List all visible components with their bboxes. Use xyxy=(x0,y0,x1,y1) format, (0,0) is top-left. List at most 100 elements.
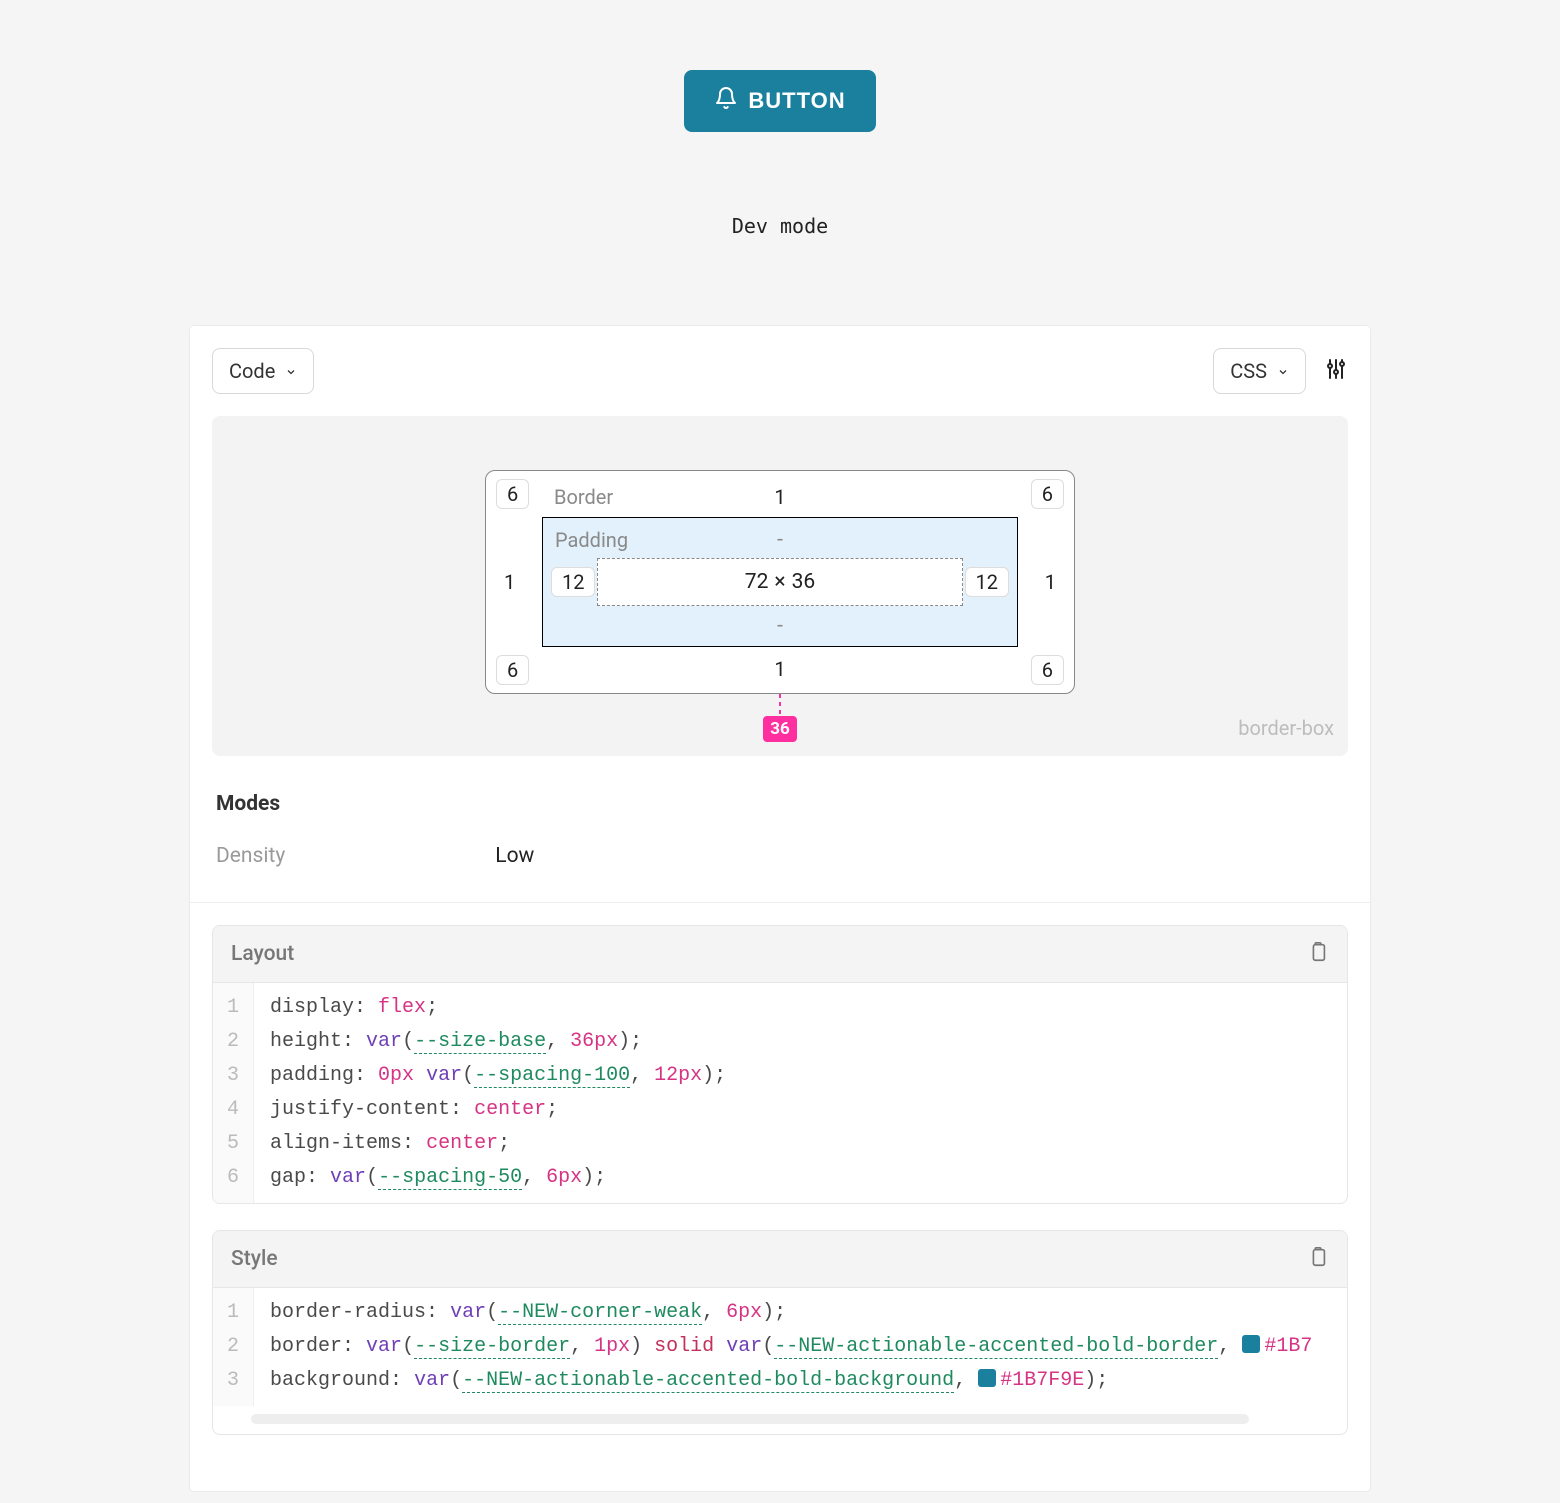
border-left[interactable]: 1 xyxy=(504,570,515,594)
padding-top[interactable]: - xyxy=(777,528,783,552)
border-radius-bl[interactable]: 6 xyxy=(496,655,529,685)
code-token-prop: border xyxy=(270,1335,342,1358)
code-token-func: var xyxy=(726,1335,762,1358)
code-token-punc: ( xyxy=(486,1301,498,1324)
code-token-punc: ) xyxy=(630,1335,654,1358)
code-line: border-radius: var(--NEW-corner-weak, 6p… xyxy=(270,1296,1312,1330)
code-section-title: Layout xyxy=(231,942,294,966)
code-line: align-items: center; xyxy=(270,1127,726,1161)
box-model-content: 72 × 36 xyxy=(597,558,963,606)
code-token-punc: , xyxy=(522,1166,546,1189)
code-token-prop: padding xyxy=(270,1064,354,1087)
example-button-label: BUTTON xyxy=(748,88,845,114)
code-token-punc: ); xyxy=(1084,1369,1108,1392)
measure-connector xyxy=(779,694,781,716)
panel-toolbar: Code CSS xyxy=(212,348,1348,394)
code-token-var: --spacing-100 xyxy=(474,1064,630,1088)
content-width: 72 xyxy=(745,570,769,594)
code-token-num: #1B7F9E xyxy=(1000,1369,1084,1392)
code-token-punc: : xyxy=(390,1369,414,1392)
border-label: Border xyxy=(554,485,613,509)
box-sizing-label: border-box xyxy=(1238,716,1334,740)
code-token-var: --size-base xyxy=(414,1030,546,1054)
code-token-prop: justify-content xyxy=(270,1098,450,1121)
copy-clipboard-icon[interactable] xyxy=(1307,1245,1329,1273)
code-token-val: flex xyxy=(378,996,426,1019)
border-top[interactable]: 1 xyxy=(774,485,785,509)
example-button[interactable]: BUTTON xyxy=(684,70,875,132)
code-token-num: 6px xyxy=(546,1166,582,1189)
code-line: display: flex; xyxy=(270,991,726,1025)
code-token-punc: , xyxy=(702,1301,726,1324)
code-token-func: var xyxy=(330,1166,366,1189)
border-radius-br[interactable]: 6 xyxy=(1031,655,1064,685)
tab-dropdown-label: Code xyxy=(229,359,275,383)
code-token-punc: , xyxy=(546,1030,570,1053)
code-token-punc: : xyxy=(354,996,378,1019)
lang-dropdown[interactable]: CSS xyxy=(1213,348,1306,394)
chevron-down-icon xyxy=(1277,359,1289,383)
code-token-num: 36px xyxy=(570,1030,618,1053)
border-radius-tl[interactable]: 6 xyxy=(496,479,529,509)
code-token-punc: , xyxy=(570,1335,594,1358)
border-radius-tr[interactable]: 6 xyxy=(1031,479,1064,509)
tab-dropdown[interactable]: Code xyxy=(212,348,314,394)
code-token-prop: display xyxy=(270,996,354,1019)
content-times: × xyxy=(774,570,785,594)
line-gutter: 123 xyxy=(213,1288,254,1406)
box-model-diagram: Border 6 6 6 6 1 1 1 1 Padding - - 12 12… xyxy=(212,416,1348,756)
code-token-num: 6px xyxy=(726,1301,762,1324)
code-token-prop: border-radius xyxy=(270,1301,426,1324)
chevron-down-icon xyxy=(285,359,297,383)
code-token-punc: ); xyxy=(582,1166,606,1189)
dev-mode-label: Dev mode xyxy=(732,214,828,238)
copy-clipboard-icon[interactable] xyxy=(1307,940,1329,968)
code-token-var: --NEW-actionable-accented-bold-backgroun… xyxy=(462,1369,954,1393)
code-token-punc xyxy=(414,1064,426,1087)
code-token-punc: ; xyxy=(498,1132,510,1155)
code-body: 123 border-radius: var(--NEW-corner-weak,… xyxy=(213,1288,1347,1406)
code-line: height: var(--size-base, 36px); xyxy=(270,1025,726,1059)
padding-bottom[interactable]: - xyxy=(777,614,783,638)
code-line: justify-content: center; xyxy=(270,1093,726,1127)
code-token-punc: ( xyxy=(402,1030,414,1053)
code-token-var: --spacing-50 xyxy=(378,1166,522,1190)
measure-tag: 36 xyxy=(763,716,797,742)
code-lines[interactable]: border-radius: var(--NEW-corner-weak, 6p… xyxy=(254,1288,1328,1406)
border-right[interactable]: 1 xyxy=(1045,570,1056,594)
code-token-punc: ); xyxy=(618,1030,642,1053)
code-section-header: Style xyxy=(213,1231,1347,1288)
code-line: gap: var(--spacing-50, 6px); xyxy=(270,1161,726,1195)
code-token-punc: ( xyxy=(762,1335,774,1358)
code-token-num: #1B7 xyxy=(1264,1335,1312,1358)
inspector-panel: Code CSS Border 6 xyxy=(190,326,1370,1491)
border-bottom[interactable]: 1 xyxy=(774,657,785,681)
code-token-func: var xyxy=(450,1301,486,1324)
box-model-border: Border 6 6 6 6 1 1 1 1 Padding - - 12 12… xyxy=(485,470,1075,694)
mode-key: Density xyxy=(216,844,285,868)
padding-label: Padding xyxy=(555,528,628,552)
code-token-punc: : xyxy=(306,1166,330,1189)
box-model-padding: Padding - - 12 12 72 × 36 xyxy=(542,517,1018,647)
code-token-num: 1px xyxy=(594,1335,630,1358)
modes-block: Modes Density Low xyxy=(212,792,1348,868)
code-token-func: var xyxy=(426,1064,462,1087)
code-line: padding: 0px var(--spacing-100, 12px); xyxy=(270,1059,726,1093)
settings-sliders-icon[interactable] xyxy=(1324,357,1348,385)
code-token-punc: : xyxy=(402,1132,426,1155)
divider xyxy=(190,902,1370,903)
horizontal-scrollbar[interactable] xyxy=(251,1414,1249,1424)
code-token-var: --size-border xyxy=(414,1335,570,1359)
bell-icon xyxy=(714,86,738,116)
code-body: 123456display: flex;height: var(--size-b… xyxy=(213,983,1347,1203)
mode-value: Low xyxy=(495,844,534,868)
padding-right[interactable]: 12 xyxy=(965,567,1009,597)
mode-row: Density Low xyxy=(216,844,1344,868)
code-token-func: var xyxy=(414,1369,450,1392)
padding-left[interactable]: 12 xyxy=(551,567,595,597)
code-section-title: Style xyxy=(231,1247,278,1271)
code-token-punc: ( xyxy=(402,1335,414,1358)
code-token-punc: ( xyxy=(462,1064,474,1087)
code-lines[interactable]: display: flex;height: var(--size-base, 3… xyxy=(254,983,742,1203)
code-token-punc xyxy=(714,1335,726,1358)
